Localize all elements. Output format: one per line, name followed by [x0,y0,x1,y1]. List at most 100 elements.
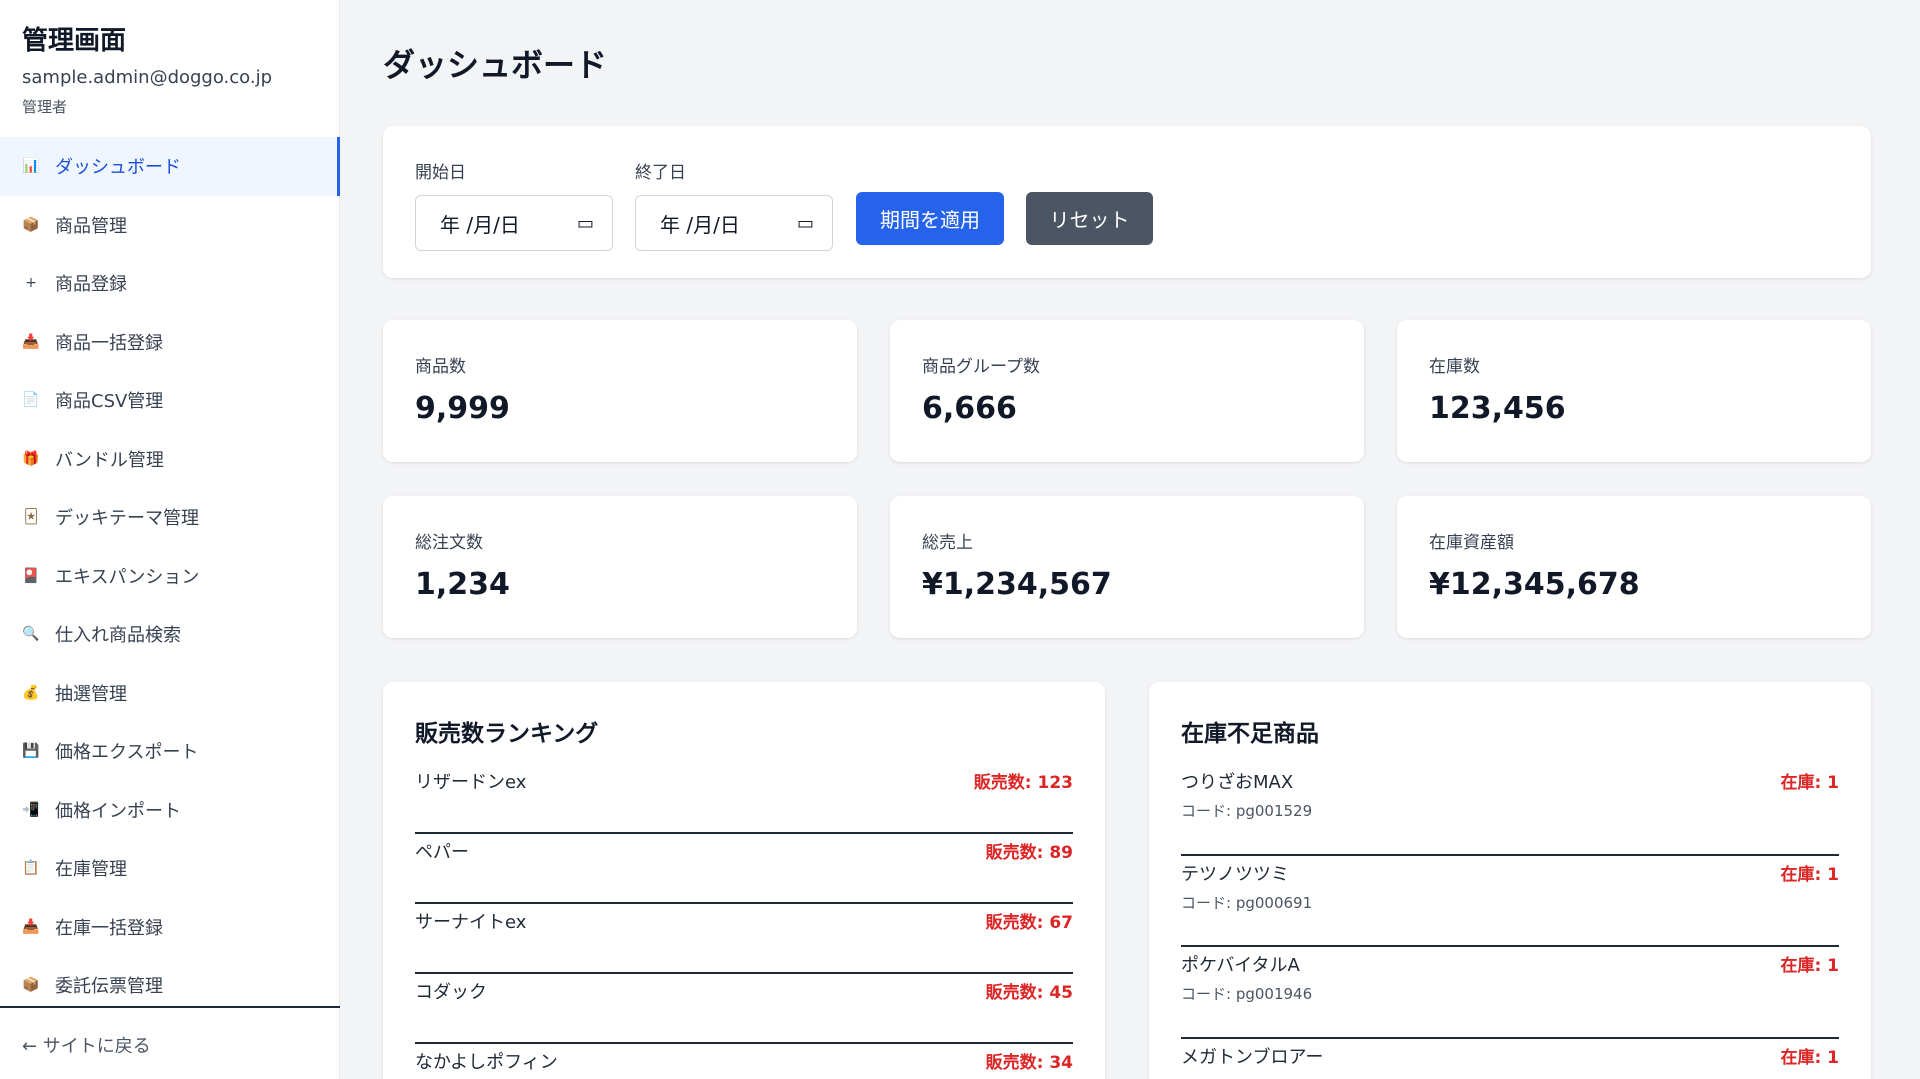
sidebar-item-expansion[interactable]: 🎴 エキスパンション [0,547,340,606]
product-name: コダック [415,982,487,1003]
list-item: つりざおMAX コード: pg001529 在庫: 1 [1181,764,1839,856]
stat-value: 123,456 [1429,391,1566,426]
sidebar-item-label: バンドル管理 [55,449,164,471]
sidebar-item-dashboard[interactable]: 📊 ダッシュボード [0,137,340,196]
date-filter-card: 開始日 年 /月/日 ▭ 終了日 年 /月/日 ▭ 期間を適用 リセット [383,126,1871,278]
sidebar-item-label: 委託伝票管理 [55,976,163,998]
sales-ranking-panel: 販売数ランキング リザードンex 販売数: 123 ペパー 販売数: 89 サー… [383,682,1105,1079]
sidebar-item-label: 商品管理 [55,215,127,237]
list-item: メガトンブロアー 在庫: 1 [1181,1039,1839,1079]
stat-value: 6,666 [922,391,1017,426]
sidebar-item-purchase-search[interactable]: 🔍 仕入れ商品検索 [0,605,340,664]
end-date-value: 年 /月/日 [660,212,740,237]
stat-label: 商品数 [415,357,466,377]
stat-value: 9,999 [415,391,510,426]
package-icon: 📦 [22,216,40,233]
sidebar-item-deck-theme[interactable]: 🃏 デッキテーマ管理 [0,488,340,547]
stock-count: 在庫: 1 [1780,864,1839,885]
sidebar-item-label: 商品一括登録 [55,332,163,354]
list-item: テツノツツミ コード: pg000691 在庫: 1 [1181,856,1839,947]
sidebar-nav: 📊 ダッシュボード 📦 商品管理 + 商品登録 📥 商品一括登録 📄 商品CSV… [0,137,340,1015]
sidebar-header: 管理画面 sample.admin@doggo.co.jp 管理者 [0,0,339,134]
stat-card-stock: 在庫数 123,456 [1397,320,1871,462]
calendar-icon[interactable]: ▭ [797,213,814,234]
stat-label: 総注文数 [415,533,483,553]
product-code: コード: pg001946 [1181,985,1313,1003]
list-item: コダック 販売数: 45 [415,974,1073,1044]
sidebar-item-label: 在庫一括登録 [55,917,163,939]
product-name: ペパー [415,842,469,863]
sidebar-item-label: 商品CSV管理 [55,391,164,413]
sidebar-item-label: 在庫管理 [55,859,127,881]
list-item: なかよしポフィン 販売数: 34 [415,1044,1073,1079]
start-date-group: 開始日 年 /月/日 ▭ [415,158,613,251]
sidebar: 管理画面 sample.admin@doggo.co.jp 管理者 📊 ダッシュ… [0,0,340,1079]
stat-value: ¥1,234,567 [922,567,1112,602]
sidebar-item-price-import[interactable]: 📲 価格インポート [0,781,340,840]
document-icon: 📄 [22,392,40,409]
stock-count: 在庫: 1 [1780,956,1839,976]
start-date-input[interactable]: 年 /月/日 ▭ [415,195,613,251]
sales-count: 販売数: 45 [985,983,1073,1003]
product-code: コード: pg000691 [1181,893,1313,912]
magnifier-icon: 🔍 [22,626,40,643]
gift-icon: 🎁 [22,450,40,467]
sidebar-item-label: デッキテーマ管理 [55,508,199,530]
apply-period-button[interactable]: 期間を適用 [856,192,1004,245]
page-title: ダッシュボード [383,46,608,84]
sidebar-item-product-management[interactable]: 📦 商品管理 [0,196,340,255]
package-icon: 📦 [22,977,40,994]
sidebar-item-bundle[interactable]: 🎁 バンドル管理 [0,430,340,489]
product-name: なかよしポフィン [415,1052,558,1073]
joker-card-icon: 🃏 [23,509,39,526]
list-item: ポケバイタルA コード: pg001946 在庫: 1 [1181,947,1839,1039]
product-name: リザードンex [415,772,527,793]
product-name: メガトンブロアー [1181,1046,1324,1068]
bar-chart-icon: 📊 [22,158,40,175]
sidebar-item-label: 商品登録 [55,274,127,296]
sales-count: 販売数: 89 [985,843,1073,863]
inbox-tray-icon: 📥 [22,333,40,350]
low-stock-panel: 在庫不足商品 つりざおMAX コード: pg001529 在庫: 1 テツノツツ… [1149,682,1871,1079]
plus-icon: + [25,275,37,292]
stat-card-products: 商品数 9,999 [383,320,857,462]
list-item: ペパー 販売数: 89 [415,834,1073,904]
sidebar-item-label: エキスパンション [55,566,200,588]
sales-count: 販売数: 34 [985,1053,1073,1073]
stock-count: 在庫: 1 [1780,1047,1839,1068]
sidebar-item-label: 抽選管理 [55,683,127,705]
product-name: サーナイトex [415,912,527,933]
sidebar-item-label: ダッシュボード [55,157,181,179]
sidebar-item-product-register[interactable]: + 商品登録 [0,254,340,313]
stat-card-orders: 総注文数 1,234 [383,496,857,638]
start-date-label: 開始日 [415,163,466,183]
calendar-icon[interactable]: ▭ [577,213,594,234]
sidebar-title: 管理画面 [22,26,127,56]
sidebar-item-label: 価格インポート [55,800,181,822]
stat-value: 1,234 [415,567,510,602]
list-item: リザードンex 販売数: 123 [415,764,1073,834]
back-to-site-link[interactable]: ← サイトに戻る [0,1006,340,1079]
stat-label: 在庫数 [1429,357,1480,377]
panel-title: 販売数ランキング [415,721,599,747]
sidebar-item-inventory-bulk-register[interactable]: 📥 在庫一括登録 [0,898,340,957]
sales-count: 販売数: 67 [985,913,1073,933]
product-code: コード: pg001529 [1181,802,1313,820]
sidebar-item-label: 仕入れ商品検索 [55,625,181,647]
stat-label: 総売上 [922,533,973,553]
stat-value: ¥12,345,678 [1429,567,1640,602]
sidebar-item-price-export[interactable]: 💾 価格エクスポート [0,722,340,781]
product-name: つりざおMAX [1181,772,1294,793]
end-date-input[interactable]: 年 /月/日 ▭ [635,195,833,251]
stat-card-sales: 総売上 ¥1,234,567 [890,496,1364,638]
stat-card-stock-assets: 在庫資産額 ¥12,345,678 [1397,496,1871,638]
sidebar-item-product-bulk-register[interactable]: 📥 商品一括登録 [0,313,340,372]
sidebar-item-inventory[interactable]: 📋 在庫管理 [0,839,340,898]
sidebar-item-lottery[interactable]: 💰 抽選管理 [0,664,340,723]
list-item: サーナイトex 販売数: 67 [415,904,1073,974]
sidebar-item-product-csv[interactable]: 📄 商品CSV管理 [0,371,340,430]
reset-button[interactable]: リセット [1026,192,1153,245]
sales-count: 販売数: 123 [973,773,1073,793]
end-date-label: 終了日 [635,163,686,183]
inbox-tray-icon: 📥 [22,918,40,935]
